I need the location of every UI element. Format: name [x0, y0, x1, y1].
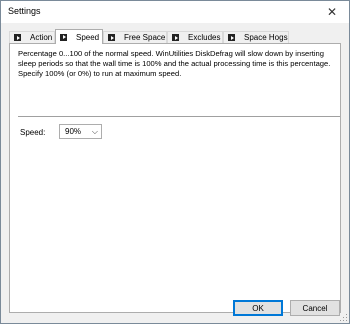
speed-description: Percentage 0...100 of the normal speed. …	[18, 49, 331, 78]
ok-button-label: OK	[252, 303, 264, 313]
tab-space-hogs[interactable]: Space Hogs	[223, 31, 289, 43]
resize-grip[interactable]	[339, 313, 347, 321]
cancel-button[interactable]: Cancel	[290, 300, 340, 316]
settings-dialog: Settings ✕ Action Speed Free Space Exclu…	[0, 0, 350, 324]
dialog-client-area: Action Speed Free Space Excludes Space H…	[1, 23, 349, 323]
tab-excludes[interactable]: Excludes	[167, 31, 223, 43]
ok-button[interactable]: OK	[233, 300, 283, 316]
separator	[18, 116, 340, 117]
tab-free-space[interactable]: Free Space	[103, 31, 167, 43]
tab-action[interactable]: Action	[9, 31, 55, 43]
play-square-icon	[14, 34, 21, 41]
play-square-icon	[60, 33, 67, 41]
play-square-icon	[172, 34, 179, 41]
tab-speed[interactable]: Speed	[55, 29, 103, 44]
window-title: Settings	[8, 6, 41, 16]
speed-tab-panel: Percentage 0...100 of the normal speed. …	[9, 43, 341, 313]
speed-dropdown[interactable]: 90% ⌵	[59, 124, 102, 139]
title-bar[interactable]: Settings ✕	[1, 1, 349, 23]
tab-label: Excludes	[188, 33, 221, 42]
tab-label: Space Hogs	[244, 33, 288, 42]
play-square-icon	[228, 34, 235, 41]
chevron-down-icon: ⌵	[91, 127, 98, 136]
speed-value: 90%	[65, 127, 82, 136]
tab-label: Action	[30, 33, 53, 42]
cancel-button-label: Cancel	[302, 303, 328, 313]
tab-label: Free Space	[124, 33, 166, 42]
tab-label: Speed	[76, 32, 100, 42]
speed-label: Speed:	[20, 128, 46, 137]
play-square-icon	[108, 34, 115, 41]
close-icon: ✕	[326, 5, 338, 19]
close-button[interactable]: ✕	[315, 1, 349, 23]
